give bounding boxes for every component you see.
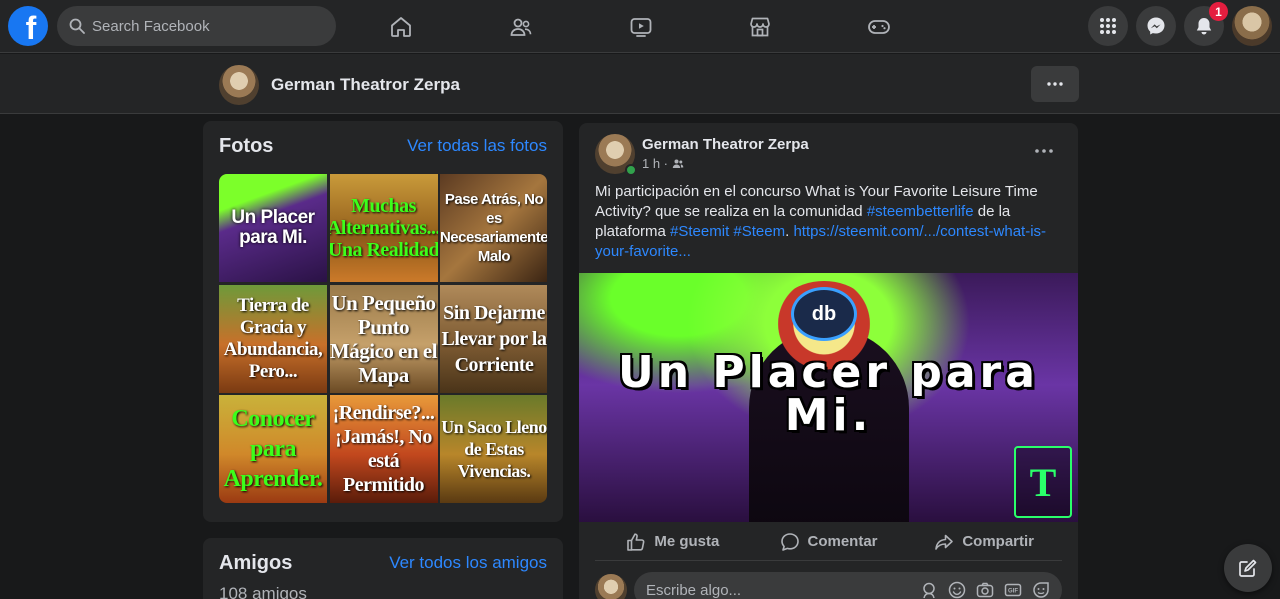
avatar-sticker-icon[interactable] xyxy=(920,581,938,599)
comment-tools: GIF xyxy=(920,581,1050,599)
photos-title: Fotos xyxy=(219,135,274,157)
profile-name[interactable]: German Theatror Zerpa xyxy=(271,75,460,95)
comment-button[interactable]: Comentar xyxy=(751,527,907,560)
bell-icon xyxy=(1196,18,1212,35)
commenter-avatar[interactable] xyxy=(595,574,627,599)
marketplace-icon xyxy=(750,17,770,37)
facebook-logo-letter: f xyxy=(25,10,37,46)
photos-card: Fotos Ver todas las fotos Un Placer para… xyxy=(203,121,563,522)
post-text: Mi participación en el concurso What is … xyxy=(595,182,1061,262)
camera-icon[interactable] xyxy=(976,581,994,599)
photo-thumbnail[interactable]: Un Pequeño Punto Mágico en el Mapa xyxy=(329,284,438,393)
comment-box[interactable]: GIF xyxy=(634,572,1062,599)
friends-card: Amigos Ver todos los amigos 108 amigos xyxy=(203,538,563,599)
gamepad-icon xyxy=(868,20,890,34)
photo-grid: Un Placer para Mi. Muchas Alternativas..… xyxy=(219,174,547,503)
video-icon xyxy=(630,18,652,37)
photo-caption: Muchas Alternativas... Una Realidad xyxy=(329,195,438,261)
photo-thumbnail[interactable]: Sin Dejarme Llevar por la Corriente xyxy=(440,284,547,393)
thumbs-up-icon xyxy=(627,532,645,551)
photo-thumbnail[interactable]: Tierra de Gracia y Abundancia, Pero... xyxy=(219,284,327,393)
hashtag-link[interactable]: #steembetterlife xyxy=(867,203,974,220)
hashtag-link[interactable]: #Steem xyxy=(733,223,785,240)
messenger-icon xyxy=(1147,17,1165,35)
comment-bubble-icon xyxy=(780,532,799,551)
home-icon xyxy=(391,17,411,37)
post-action-bar: Me gusta Comentar Compartir xyxy=(595,527,1062,561)
see-all-photos-link[interactable]: Ver todas las fotos xyxy=(407,136,547,156)
friends-title: Amigos xyxy=(219,552,293,574)
account-avatar[interactable] xyxy=(1232,6,1272,46)
compose-icon xyxy=(1239,559,1257,577)
facebook-logo-icon[interactable]: f xyxy=(8,6,48,46)
notification-badge: 1 xyxy=(1209,2,1228,21)
post-meta: 1 h · xyxy=(642,156,684,171)
photo-thumbnail[interactable]: Conocer para Aprender. xyxy=(219,395,327,503)
photo-caption: Un Pequeño Punto Mágico en el Mapa xyxy=(329,290,438,387)
like-button[interactable]: Me gusta xyxy=(595,527,751,560)
friends-count: 108 amigos xyxy=(219,584,307,599)
image-title-text: Un Placer para Mi. xyxy=(618,347,1039,441)
more-dots-icon xyxy=(1035,149,1053,153)
photo-caption: ¡Rendirse?... ¡Jamás!, No está Permitido xyxy=(332,402,435,496)
photo-caption: Tierra de Gracia y Abundancia, Pero... xyxy=(223,294,323,382)
profile-header-strip: German Theatror Zerpa xyxy=(0,54,1280,114)
grid-menu-icon xyxy=(1100,18,1116,34)
search-bar[interactable] xyxy=(57,6,336,46)
photo-caption: Sin Dejarme Llevar por la Corriente xyxy=(441,301,547,376)
see-all-friends-link[interactable]: Ver todos los amigos xyxy=(389,553,547,573)
nav-gaming[interactable] xyxy=(824,8,934,46)
profile-more-button[interactable] xyxy=(1031,66,1079,102)
top-navigation-bar: f 1 xyxy=(0,0,1280,53)
photo-thumbnail[interactable]: Pase Atrás, No es Necesariamente Malo xyxy=(440,174,547,282)
post-card: German Theatror Zerpa 1 h · Mi participa… xyxy=(579,123,1078,599)
search-input[interactable] xyxy=(92,17,312,35)
photo-caption: Pase Atrás, No es Necesariamente Malo xyxy=(440,191,547,265)
post-options-button[interactable] xyxy=(1028,139,1060,163)
messenger-button[interactable] xyxy=(1136,6,1176,46)
sticker-icon[interactable] xyxy=(1032,581,1050,599)
more-dots-icon xyxy=(1047,82,1063,86)
post-image[interactable]: db Un Placer para Mi. T xyxy=(579,273,1078,522)
photo-caption: Un Saco Lleno de Estas Vivencias. xyxy=(441,417,547,481)
friends-audience-icon xyxy=(672,159,684,168)
comment-input[interactable] xyxy=(646,581,916,599)
profile-avatar[interactable] xyxy=(219,65,259,105)
online-status-dot xyxy=(625,164,637,176)
hashtag-link[interactable]: #Steemit xyxy=(670,223,729,240)
notifications-button[interactable]: 1 xyxy=(1184,2,1228,46)
photo-thumbnail[interactable]: Un Saco Lleno de Estas Vivencias. xyxy=(440,395,547,503)
photo-caption: Un Placer para Mi. xyxy=(231,207,315,248)
like-label: Me gusta xyxy=(654,533,720,550)
share-label: Compartir xyxy=(962,533,1035,550)
svg-text:GIF: GIF xyxy=(1008,589,1018,595)
photo-thumbnail[interactable]: ¡Rendirse?... ¡Jamás!, No está Permitido xyxy=(329,395,438,503)
share-button[interactable]: Compartir xyxy=(906,527,1062,560)
new-message-button[interactable] xyxy=(1224,544,1272,592)
photo-thumbnail[interactable]: Un Placer para Mi. xyxy=(219,174,327,282)
image-logo-icon: db xyxy=(791,287,857,341)
search-icon xyxy=(69,18,85,34)
photo-thumbnail[interactable]: Muchas Alternativas... Una Realidad xyxy=(329,174,438,282)
gif-icon[interactable]: GIF xyxy=(1004,581,1022,599)
friends-icon xyxy=(510,18,532,36)
emoji-icon[interactable] xyxy=(948,581,966,599)
nav-watch[interactable] xyxy=(586,8,696,46)
post-timestamp[interactable]: 1 h · xyxy=(642,156,668,171)
photo-caption: Conocer para Aprender. xyxy=(223,406,323,492)
nav-marketplace[interactable] xyxy=(705,8,815,46)
comment-label: Comentar xyxy=(807,533,878,550)
nav-home[interactable] xyxy=(346,8,456,46)
image-signature-icon: T xyxy=(1014,446,1072,518)
post-author-name[interactable]: German Theatror Zerpa xyxy=(642,136,809,153)
nav-friends[interactable] xyxy=(466,8,576,46)
share-arrow-icon xyxy=(935,534,954,550)
menu-button[interactable] xyxy=(1088,6,1128,46)
